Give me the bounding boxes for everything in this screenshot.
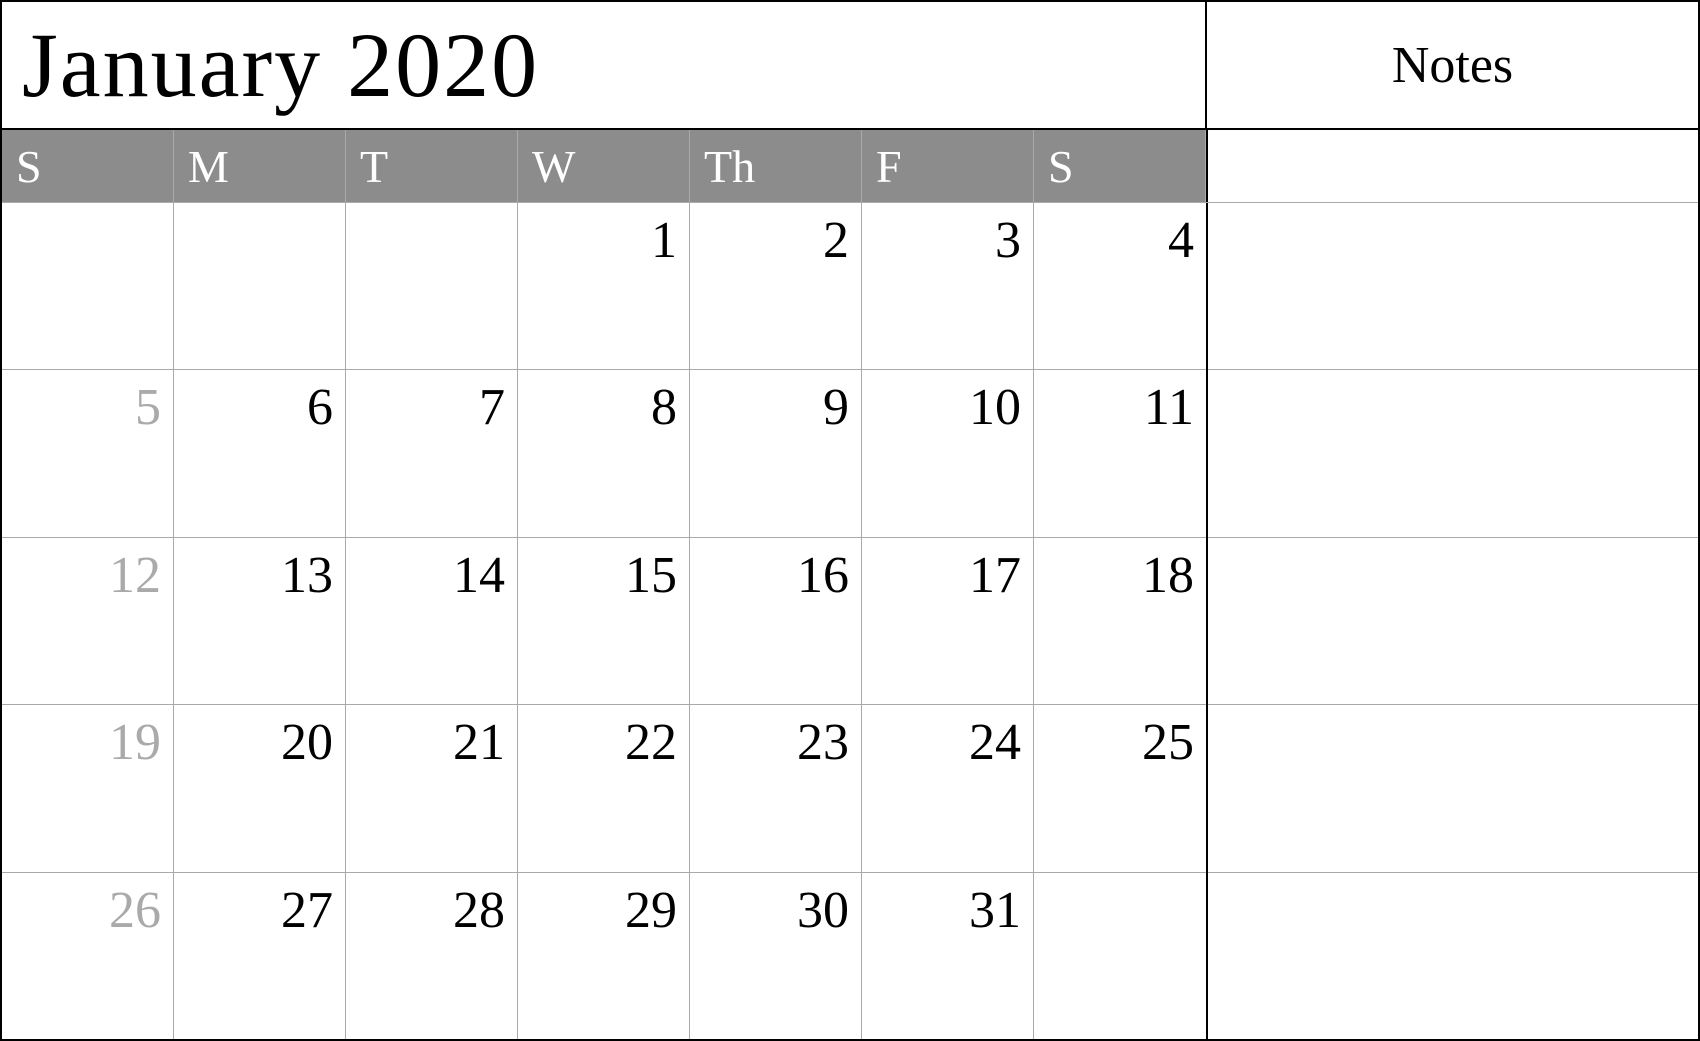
day-cell-w1-sun (2, 203, 174, 369)
day-header-tue: T (346, 130, 518, 202)
day-cell-w2-wed: 8 (518, 370, 690, 536)
week-row-3: 12 13 14 15 16 17 18 (2, 538, 1206, 705)
day-cell-w3-mon: 13 (174, 538, 346, 704)
day-cell-w3-tue: 14 (346, 538, 518, 704)
day-cell-w1-fri: 3 (862, 203, 1034, 369)
day-cell-w1-sat: 4 (1034, 203, 1206, 369)
day-header-sun: S (2, 130, 174, 202)
day-cell-w4-sun: 19 (2, 705, 174, 871)
week-row-5: 26 27 28 29 30 31 (2, 873, 1206, 1039)
day-cell-w2-tue: 7 (346, 370, 518, 536)
month-title-cell: January 2020 (2, 2, 1207, 128)
day-cell-w1-tue (346, 203, 518, 369)
notes-row-4[interactable] (1208, 705, 1698, 872)
day-cell-w5-sun: 26 (2, 873, 174, 1039)
calendar-page: January 2020 Notes S M T W Th F S 1 2 3 … (0, 0, 1700, 1041)
day-cell-w5-tue: 28 (346, 873, 518, 1039)
day-cell-w5-fri: 31 (862, 873, 1034, 1039)
day-header-wed: W (518, 130, 690, 202)
day-cell-w4-tue: 21 (346, 705, 518, 871)
header-row: January 2020 Notes (2, 2, 1698, 130)
day-cell-w3-sun: 12 (2, 538, 174, 704)
notes-header-label: Notes (1392, 36, 1513, 95)
day-cell-w3-fri: 17 (862, 538, 1034, 704)
day-cell-w1-wed: 1 (518, 203, 690, 369)
day-cell-w5-mon: 27 (174, 873, 346, 1039)
day-header-thu: Th (690, 130, 862, 202)
day-cell-w3-thu: 16 (690, 538, 862, 704)
notes-row-3[interactable] (1208, 538, 1698, 705)
day-cell-w1-mon (174, 203, 346, 369)
day-cell-w5-thu: 30 (690, 873, 862, 1039)
week-row-2: 5 6 7 8 9 10 11 (2, 370, 1206, 537)
day-header-fri: F (862, 130, 1034, 202)
day-cell-w2-sun: 5 (2, 370, 174, 536)
month-title: January 2020 (22, 12, 539, 118)
week-row-1: 1 2 3 4 (2, 203, 1206, 370)
day-cell-w2-thu: 9 (690, 370, 862, 536)
day-header-mon: M (174, 130, 346, 202)
notes-row-1[interactable] (1208, 203, 1698, 370)
day-cell-w3-sat: 18 (1034, 538, 1206, 704)
calendar-grid: 1 2 3 4 5 6 7 8 9 10 11 12 13 14 15 (2, 203, 1208, 1039)
day-cell-w4-fri: 24 (862, 705, 1034, 871)
notes-row-5[interactable] (1208, 873, 1698, 1039)
day-cell-w2-fri: 10 (862, 370, 1034, 536)
day-cell-w2-sat: 11 (1034, 370, 1206, 536)
calendar-body: 1 2 3 4 5 6 7 8 9 10 11 12 13 14 15 (2, 203, 1698, 1039)
notes-column (1208, 203, 1698, 1039)
notes-row-2[interactable] (1208, 370, 1698, 537)
days-header-row: S M T W Th F S (2, 130, 1698, 203)
day-cell-w1-thu: 2 (690, 203, 862, 369)
day-cell-w5-sat (1034, 873, 1206, 1039)
day-cell-w3-wed: 15 (518, 538, 690, 704)
day-cell-w5-wed: 29 (518, 873, 690, 1039)
notes-header-cell: Notes (1207, 2, 1698, 128)
day-header-sat: S (1034, 130, 1206, 202)
day-cell-w4-thu: 23 (690, 705, 862, 871)
day-cell-w2-mon: 6 (174, 370, 346, 536)
week-row-4: 19 20 21 22 23 24 25 (2, 705, 1206, 872)
day-cell-w4-wed: 22 (518, 705, 690, 871)
day-cell-w4-sat: 25 (1034, 705, 1206, 871)
notes-days-spacer (1206, 130, 1698, 202)
day-cell-w4-mon: 20 (174, 705, 346, 871)
